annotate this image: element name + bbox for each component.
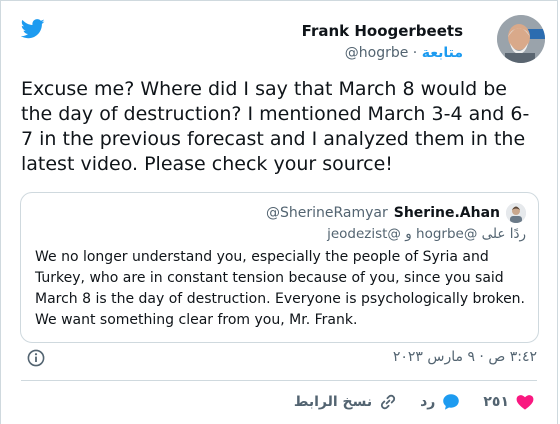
quoted-tweet[interactable]: @SherineRamyar Sherine.Ahan ردًا على @ho… xyxy=(20,192,539,343)
reply-bubble-icon xyxy=(443,394,460,410)
author-handle[interactable]: @hogrbe xyxy=(345,45,409,61)
author-meta: @hogrbe · متابعة xyxy=(302,43,463,63)
reply-label: رد xyxy=(420,394,436,410)
quoted-reply-context: ردًا على @hogrbe و @jeodezist xyxy=(327,226,526,242)
tweet-text: Excuse me? Where did I say that March 8 … xyxy=(21,78,530,175)
reply-button[interactable]: رد xyxy=(420,392,461,412)
author-avatar[interactable] xyxy=(497,15,545,63)
quoted-tweet-text: We no longer understand you, especially … xyxy=(35,249,526,328)
author-name[interactable]: Frank Hoogerbeets xyxy=(302,21,463,41)
quoted-tweet-header: @SherineRamyar Sherine.Ahan xyxy=(266,203,526,223)
like-button[interactable]: ٢٥١ xyxy=(483,392,535,412)
link-icon xyxy=(381,394,396,410)
tweet-actions: ٢٥١ رد نسخ الرابط xyxy=(294,389,535,415)
copy-link-label: نسخ الرابط xyxy=(293,394,373,410)
copy-link-button[interactable]: نسخ الرابط xyxy=(294,392,398,412)
timestamp-row: ٣:٤٢ ص · ٩ مارس ٢٠٢٣ xyxy=(21,347,537,369)
meta-separator: · xyxy=(412,45,418,61)
author-block[interactable]: Frank Hoogerbeets @hogrbe · متابعة xyxy=(302,21,463,63)
quoted-author-handle[interactable]: @SherineRamyar xyxy=(266,205,388,221)
quoted-author-avatar[interactable] xyxy=(506,203,526,223)
divider xyxy=(21,380,537,381)
author-avatar-image xyxy=(497,15,545,63)
tweet-timestamp[interactable]: ٣:٤٢ ص · ٩ مارس ٢٠٢٣ xyxy=(393,349,537,365)
quoted-avatar-image xyxy=(506,203,526,223)
like-count: ٢٥١ xyxy=(483,394,509,410)
follow-button[interactable]: متابعة xyxy=(422,45,463,61)
heart-icon xyxy=(516,395,534,410)
info-icon[interactable] xyxy=(27,349,45,367)
quoted-author-name[interactable]: Sherine.Ahan xyxy=(394,205,500,221)
twitter-bird-icon[interactable] xyxy=(21,19,45,39)
tweet-embed-card: Frank Hoogerbeets @hogrbe · متابعة Excus… xyxy=(0,0,558,424)
